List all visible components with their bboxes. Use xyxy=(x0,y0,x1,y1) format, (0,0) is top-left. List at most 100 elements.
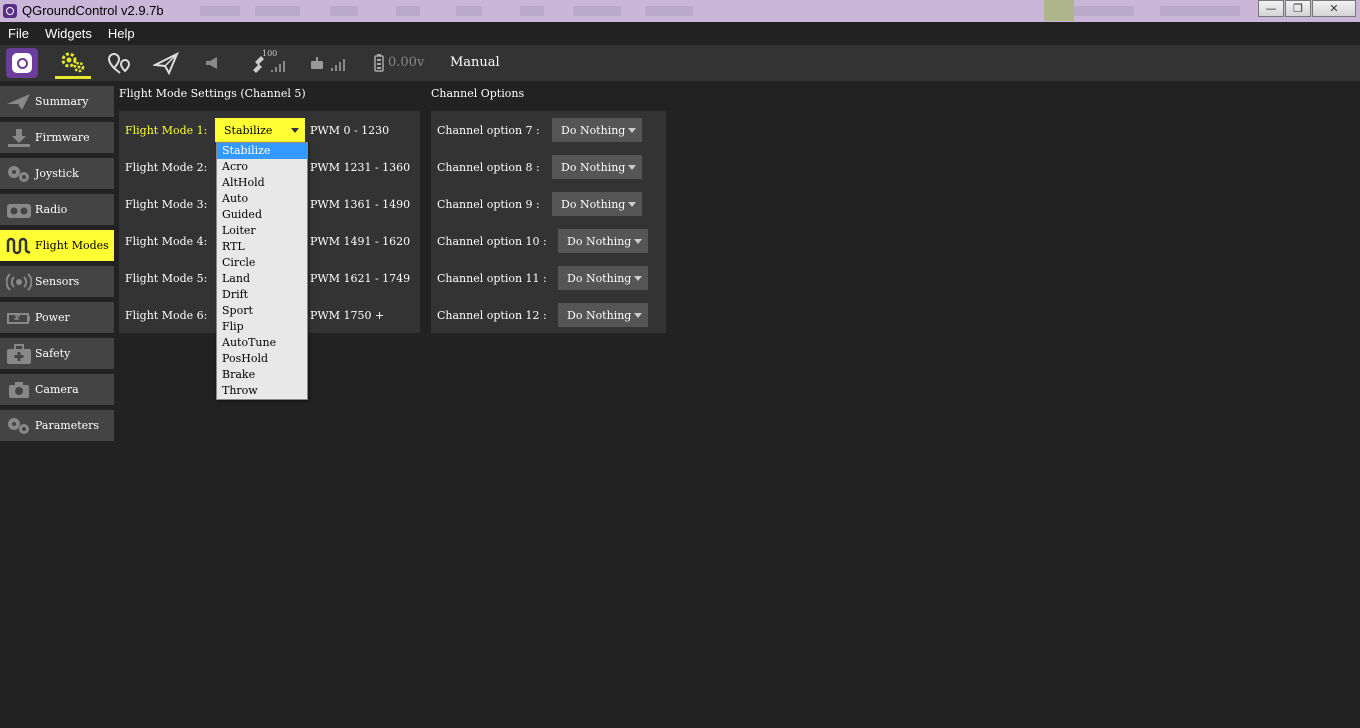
title-bar-blur xyxy=(520,6,544,16)
window-title: QGroundControl v2.9.7b xyxy=(22,3,164,18)
menu-file[interactable]: File xyxy=(0,26,37,41)
channel-option-12-select[interactable]: Do Nothing xyxy=(558,303,648,327)
dropdown-option[interactable]: Brake xyxy=(217,367,307,383)
dropdown-option[interactable]: AutoTune xyxy=(217,335,307,351)
menu-widgets[interactable]: Widgets xyxy=(37,26,100,41)
flight-mode-label: Flight Mode 4: xyxy=(125,234,208,248)
sidebar-item-label: Sensors xyxy=(35,275,80,288)
channel-option-value: Do Nothing xyxy=(561,160,626,174)
channel-option-11-select[interactable]: Do Nothing xyxy=(558,266,648,290)
sidebar-item-safety[interactable]: Safety xyxy=(0,338,114,369)
flight-mode-label: Flight Mode 3: xyxy=(125,197,208,211)
dropdown-option[interactable]: Sport xyxy=(217,303,307,319)
close-button[interactable]: ✕ xyxy=(1312,0,1356,17)
dropdown-option[interactable]: RTL xyxy=(217,239,307,255)
sidebar-item-label: Radio xyxy=(35,203,68,216)
dropdown-option[interactable]: AltHold xyxy=(217,175,307,191)
flight-mode-1-value: Stabilize xyxy=(224,123,273,137)
sidebar-item-label: Safety xyxy=(35,347,71,360)
pwm-range: PWM 1361 - 1490 xyxy=(310,198,411,211)
medkit-icon xyxy=(5,343,33,365)
title-bar-blur xyxy=(330,6,358,16)
flight-mode-dropdown-list: Stabilize Acro AltHold Auto Guided Loite… xyxy=(216,142,308,400)
chevron-down-icon xyxy=(634,313,642,318)
chevron-down-icon xyxy=(634,239,642,244)
chevron-down-icon xyxy=(628,128,636,133)
sidebar-item-flight-modes[interactable]: Flight Modes xyxy=(0,230,114,261)
sidebar-item-parameters[interactable]: Parameters xyxy=(0,410,114,441)
channel-option-value: Do Nothing xyxy=(561,197,626,211)
dropdown-option[interactable]: Drift xyxy=(217,287,307,303)
chevron-down-icon xyxy=(628,165,636,170)
chevron-down-icon xyxy=(634,276,642,281)
battery-icon[interactable] xyxy=(369,47,389,79)
dropdown-option[interactable]: Circle xyxy=(217,255,307,271)
dropdown-option[interactable]: Auto xyxy=(217,191,307,207)
channel-option-10-select[interactable]: Do Nothing xyxy=(558,229,648,253)
dropdown-option[interactable]: Flip xyxy=(217,319,307,335)
messages-megaphone-icon[interactable] xyxy=(198,47,226,79)
chevron-down-icon xyxy=(628,202,636,207)
channel-option-7-select[interactable]: Do Nothing xyxy=(552,118,642,142)
sidebar-item-radio[interactable]: Radio xyxy=(0,194,114,225)
menu-help[interactable]: Help xyxy=(100,26,143,41)
flight-mode-row: Flight Mode 2: xyxy=(125,155,215,179)
title-bar-blur xyxy=(255,6,300,16)
dropdown-option[interactable]: Loiter xyxy=(217,223,307,239)
channel-option-label: Channel option 11 : xyxy=(437,271,547,285)
channel-option-value: Do Nothing xyxy=(567,234,632,248)
setup-gears-icon[interactable] xyxy=(55,47,91,79)
sidebar-item-firmware[interactable]: Firmware xyxy=(0,122,114,153)
flight-mode-indicator[interactable]: Manual xyxy=(450,55,500,70)
dropdown-option[interactable]: Guided xyxy=(217,207,307,223)
battery-icon xyxy=(5,307,33,329)
pwm-range: PWM 0 - 1230 xyxy=(310,124,390,137)
sidebar-item-label: Parameters xyxy=(35,419,100,432)
gears-icon xyxy=(5,415,33,437)
gps-count: 100 xyxy=(262,49,278,58)
channel-option-label: Channel option 12 : xyxy=(437,308,547,322)
sidebar-item-sensors[interactable]: Sensors xyxy=(0,266,114,297)
channel-option-value: Do Nothing xyxy=(567,308,632,322)
chevron-down-icon xyxy=(291,128,299,133)
download-icon xyxy=(5,127,33,149)
radio-icon xyxy=(5,199,33,221)
flight-mode-row: Flight Mode 1: xyxy=(125,118,215,142)
sidebar-item-label: Camera xyxy=(35,383,79,396)
sidebar-item-joystick[interactable]: Joystick xyxy=(0,158,114,189)
sidebar-item-label: Joystick xyxy=(35,167,79,180)
rc-rssi-icon[interactable] xyxy=(306,47,348,79)
title-bar-blur xyxy=(573,6,621,16)
sidebar-item-camera[interactable]: Camera xyxy=(0,374,114,405)
dropdown-option[interactable]: Throw xyxy=(217,383,307,399)
fly-paper-plane-icon[interactable] xyxy=(148,47,184,79)
pwm-range: PWM 1491 - 1620 xyxy=(310,235,411,248)
sidebar-item-summary[interactable]: Summary xyxy=(0,86,114,117)
flight-mode-label: Flight Mode 2: xyxy=(125,160,208,174)
title-bar: QGroundControl v2.9.7b — ❐ ✕ xyxy=(0,0,1360,22)
dropdown-option[interactable]: PosHold xyxy=(217,351,307,367)
flight-mode-1-select[interactable]: Stabilize xyxy=(215,118,305,142)
dropdown-option[interactable]: Land xyxy=(217,271,307,287)
menu-bar: File Widgets Help xyxy=(0,22,1360,45)
flight-mode-settings-title: Flight Mode Settings (Channel 5) xyxy=(119,87,306,100)
pwm-range: PWM 1621 - 1749 xyxy=(310,272,411,285)
qgc-logo-icon[interactable] xyxy=(6,48,38,78)
pwm-range: PWM 1750 + xyxy=(310,309,385,322)
dropdown-option[interactable]: Acro xyxy=(217,159,307,175)
plan-waypoint-icon[interactable] xyxy=(101,47,137,79)
channel-option-row: Channel option 8 : xyxy=(437,155,540,179)
main-toolbar: 100 0.00v Manual xyxy=(0,45,1360,81)
channel-option-value: Do Nothing xyxy=(561,123,626,137)
minimize-button[interactable]: — xyxy=(1258,0,1284,17)
title-bar-blur xyxy=(1074,6,1134,16)
gamepad-icon xyxy=(5,163,33,185)
title-bar-blur xyxy=(200,6,240,16)
sidebar-item-label: Firmware xyxy=(35,131,90,144)
maximize-button[interactable]: ❐ xyxy=(1285,0,1311,17)
channel-option-9-select[interactable]: Do Nothing xyxy=(552,192,642,216)
channel-option-8-select[interactable]: Do Nothing xyxy=(552,155,642,179)
sidebar-item-power[interactable]: Power xyxy=(0,302,114,333)
dropdown-option[interactable]: Stabilize xyxy=(217,143,307,159)
title-bar-blur xyxy=(396,6,420,16)
